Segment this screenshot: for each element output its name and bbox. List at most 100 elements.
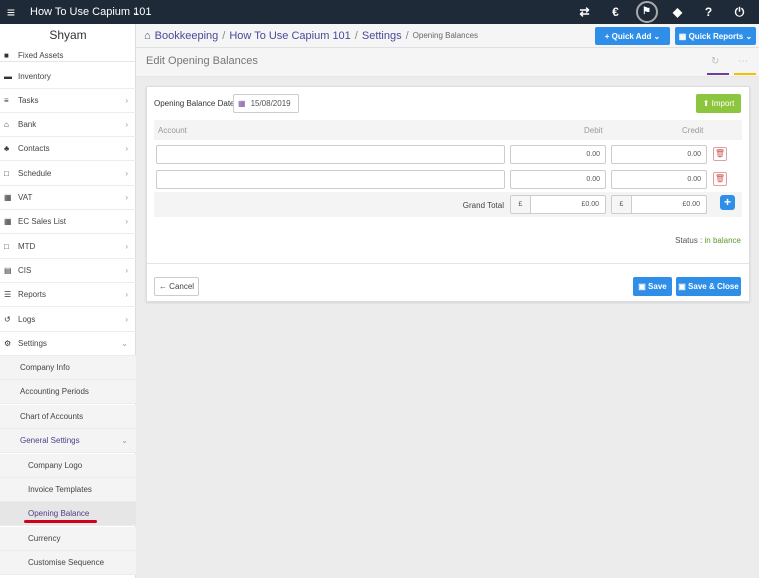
sidebar-item-label: General Settings bbox=[20, 436, 80, 446]
tasks-icon: ≡ bbox=[4, 96, 9, 106]
sidebar-item-label: EC Sales List bbox=[18, 217, 67, 227]
sidebar-item-fixed-assets[interactable]: ■ Fixed Assets bbox=[0, 48, 136, 62]
grand-total-label: Grand Total bbox=[462, 201, 504, 210]
sidebar-item-mtd[interactable]: □ MTD › bbox=[0, 235, 136, 260]
status-label: Status : bbox=[675, 236, 705, 245]
account-input[interactable] bbox=[156, 145, 505, 164]
sidebar-item-label: Invoice Templates bbox=[28, 485, 92, 495]
sidebar-item-general-settings[interactable]: General Settings ⌄ bbox=[0, 429, 136, 454]
cancel-button[interactable]: ← Cancel bbox=[154, 277, 199, 296]
calendar-icon: □ bbox=[4, 242, 9, 252]
sidebar-item-invoice-templates[interactable]: Invoice Templates bbox=[0, 478, 136, 503]
sidebar-item-label: Chart of Accounts bbox=[20, 412, 84, 422]
credit-input[interactable]: 0.00 bbox=[611, 145, 707, 164]
sidebar-item-label: Fixed Assets bbox=[18, 50, 64, 60]
sidebar-item-settings[interactable]: ⚙ Settings ⌄ bbox=[0, 332, 136, 357]
sidebar-item-label: CIS bbox=[18, 266, 32, 276]
chevron-right-icon: › bbox=[125, 144, 128, 154]
history-icon: ↺ bbox=[4, 315, 11, 325]
account-input[interactable] bbox=[156, 170, 505, 189]
trash-icon[interactable]: 🗑 bbox=[713, 172, 727, 186]
breadcrumb-separator: / bbox=[354, 29, 358, 42]
page-title: Edit Opening Balances bbox=[146, 55, 258, 67]
calendar-icon: ▦ bbox=[238, 99, 246, 108]
column-account: Account bbox=[158, 126, 187, 135]
table-header: Account Debit Credit bbox=[154, 120, 742, 140]
save-and-close-button[interactable]: ▣ Save & Close bbox=[676, 277, 741, 296]
sidebar-item-label: Company Logo bbox=[28, 461, 83, 471]
chevron-right-icon: › bbox=[125, 290, 128, 300]
breadcrumb-settings[interactable]: Settings bbox=[362, 30, 402, 42]
truck-icon: ▬ bbox=[4, 72, 12, 82]
sidebar-item-label: Currency bbox=[28, 534, 61, 544]
debit-input[interactable]: 0.00 bbox=[510, 170, 606, 189]
gears-icon: ⚙ bbox=[4, 339, 12, 349]
bank-icon: ⌂ bbox=[4, 120, 9, 130]
sidebar-item-vat[interactable]: ▦ VAT › bbox=[0, 186, 136, 211]
refresh-icon[interactable]: ↻ bbox=[711, 56, 719, 67]
home-icon[interactable]: ⌂ bbox=[144, 30, 151, 42]
sidebar-item-company-logo[interactable]: Company Logo bbox=[0, 454, 136, 479]
chevron-right-icon: › bbox=[125, 193, 128, 203]
sidebar-item-chart-of-accounts[interactable]: Chart of Accounts bbox=[0, 405, 136, 430]
breadcrumb-bookkeeping[interactable]: Bookkeeping bbox=[155, 30, 219, 42]
sidebar-item-currency[interactable]: Currency bbox=[0, 527, 136, 552]
sidebar-item-label: Customise Sequence bbox=[28, 558, 105, 568]
debit-total-value: £0.00 bbox=[581, 201, 599, 208]
tab-indicator-purple bbox=[707, 73, 729, 75]
sidebar-item-label: Reports bbox=[18, 290, 47, 300]
chevron-right-icon: › bbox=[125, 120, 128, 130]
column-credit: Credit bbox=[682, 126, 704, 135]
sidebar-item-company-info[interactable]: Company Info bbox=[0, 356, 136, 381]
chevron-right-icon: › bbox=[125, 266, 128, 276]
megaphone-icon[interactable]: ⚑ bbox=[631, 1, 662, 23]
add-row-button[interactable]: + bbox=[720, 195, 735, 210]
sidebar-item-bank[interactable]: ⌂ Bank › bbox=[0, 113, 136, 138]
debit-input[interactable]: 0.00 bbox=[510, 145, 606, 164]
sidebar-item-contacts[interactable]: ♣ Contacts › bbox=[0, 137, 136, 162]
import-button[interactable]: ⬆ Import bbox=[696, 94, 741, 113]
currency-symbol: £ bbox=[511, 196, 531, 213]
status-value: in balance bbox=[704, 236, 741, 245]
quick-reports-button[interactable]: ▦ Quick Reports ⌄ bbox=[675, 27, 756, 45]
sidebar-item-inventory[interactable]: ▬ Inventory bbox=[0, 65, 136, 90]
tag-icon[interactable]: ◆ bbox=[662, 5, 693, 19]
opening-balance-panel: Opening Balance Date ▦ 15/08/2019 ⬆ Impo… bbox=[146, 86, 750, 302]
currency-symbol: £ bbox=[612, 196, 632, 213]
company-name[interactable]: How To Use Capium 101 bbox=[22, 6, 151, 18]
credit-input[interactable]: 0.00 bbox=[611, 170, 707, 189]
sidebar-item-schedule[interactable]: □ Schedule › bbox=[0, 162, 136, 187]
sidebar-item-ec-sales-list[interactable]: ▦ EC Sales List › bbox=[0, 210, 136, 235]
chevron-right-icon: › bbox=[125, 242, 128, 252]
annotation-underline bbox=[24, 520, 97, 523]
breadcrumb-current: Opening Balances bbox=[412, 31, 479, 40]
sidebar-item-reports[interactable]: ☰ Reports › bbox=[0, 283, 136, 308]
fixed-assets-icon: ■ bbox=[4, 50, 9, 60]
power-icon[interactable]: ⏻ bbox=[724, 5, 755, 20]
sidebar-item-cis[interactable]: ▤ CIS › bbox=[0, 259, 136, 284]
sidebar-item-customise-sequence[interactable]: Customise Sequence bbox=[0, 551, 136, 576]
sidebar-item-accounting-periods[interactable]: Accounting Periods bbox=[0, 380, 136, 405]
euro-icon[interactable]: € bbox=[600, 5, 631, 19]
debit-total: £ £0.00 bbox=[510, 195, 606, 214]
date-input[interactable]: ▦ 15/08/2019 bbox=[233, 94, 299, 113]
chevron-right-icon: › bbox=[125, 217, 128, 227]
more-icon[interactable]: ⋯ bbox=[738, 56, 748, 67]
column-debit: Debit bbox=[584, 126, 603, 135]
sidebar-item-logs[interactable]: ↺ Logs › bbox=[0, 308, 136, 333]
save-button[interactable]: ▣ Save bbox=[633, 277, 672, 296]
trash-icon[interactable]: 🗑 bbox=[713, 147, 727, 161]
breadcrumb-company[interactable]: How To Use Capium 101 bbox=[229, 30, 350, 42]
contacts-icon: ♣ bbox=[4, 144, 10, 154]
credit-total: £ £0.00 bbox=[611, 195, 707, 214]
sidebar-item-tasks[interactable]: ≡ Tasks › bbox=[0, 89, 136, 114]
chevron-right-icon: › bbox=[125, 169, 128, 179]
help-icon[interactable]: ? bbox=[693, 5, 724, 19]
chevron-down-icon[interactable]: ⌄ bbox=[132, 7, 140, 18]
sidebar-item-label: Company Info bbox=[20, 363, 70, 373]
switch-icon[interactable]: ⇄ bbox=[569, 5, 600, 19]
quick-add-button[interactable]: + Quick Add ⌄ bbox=[595, 27, 670, 45]
hamburger-icon[interactable]: ≡ bbox=[0, 4, 22, 20]
sidebar-item-label: Contacts bbox=[18, 144, 50, 154]
status-text: Status : in balance bbox=[675, 236, 741, 245]
